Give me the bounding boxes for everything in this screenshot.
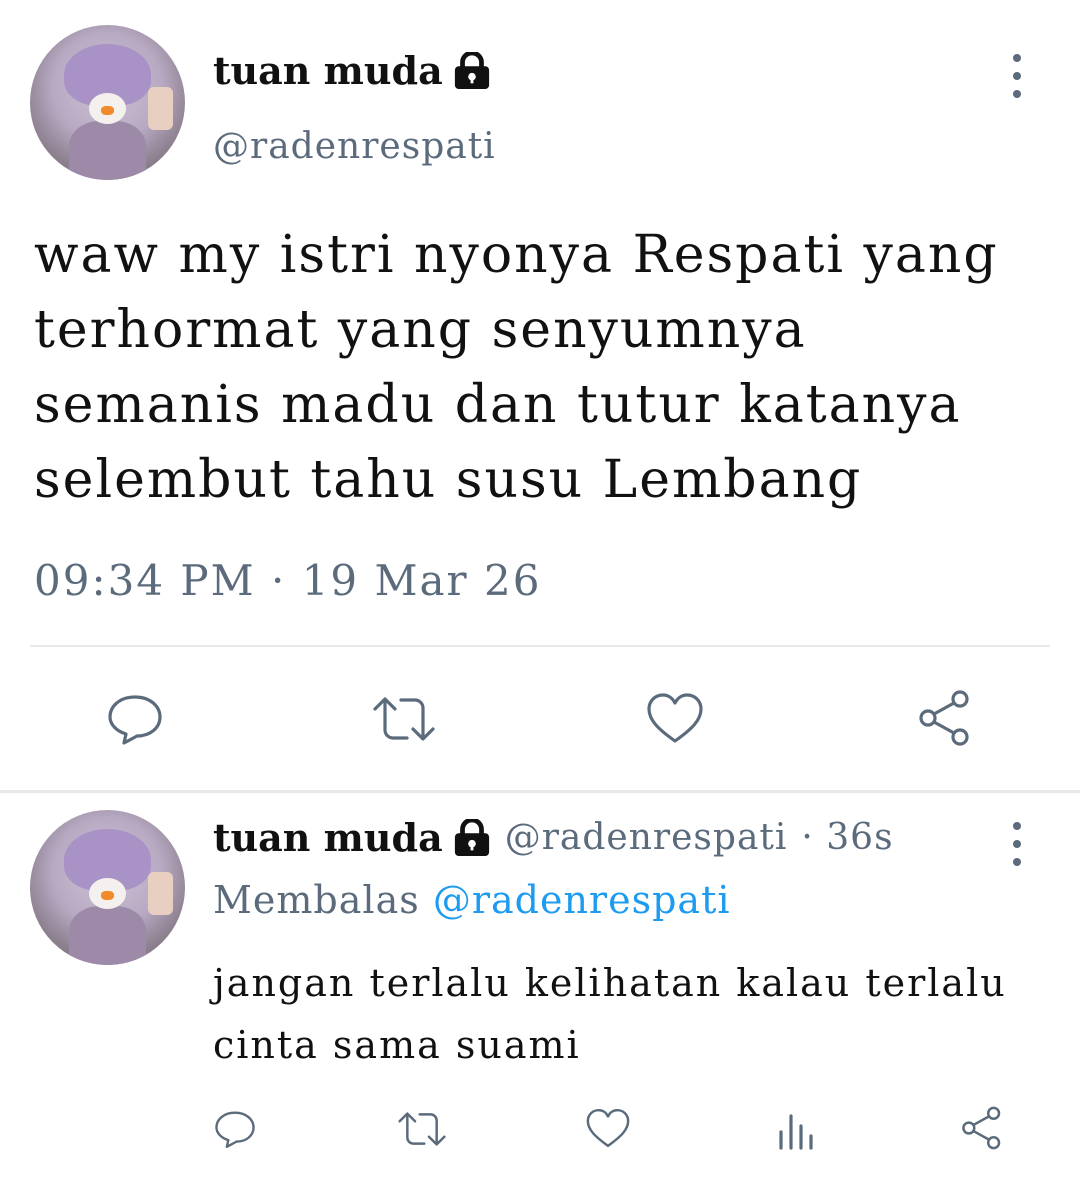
reply-button[interactable] <box>100 688 170 750</box>
share-icon <box>919 690 969 746</box>
timestamp[interactable]: 09:34 PM · 19 Mar 26 <box>34 556 541 605</box>
reply-icon <box>108 695 162 745</box>
reply-icon <box>215 1111 255 1148</box>
reply-header: tuan muda @radenrespati · 36s <box>213 815 894 860</box>
retweet-button[interactable] <box>368 690 440 748</box>
reply-text: jangan terlalu kelihatan kalau terlalu c… <box>213 961 1007 1067</box>
divider <box>30 645 1050 647</box>
share-icon <box>962 1106 1001 1150</box>
like-button[interactable] <box>642 688 708 748</box>
replying-to: Membalas @radenrespati <box>213 878 731 922</box>
lock-icon <box>454 818 489 856</box>
avatar[interactable] <box>30 25 185 180</box>
reply-more-options-icon[interactable] <box>1007 822 1027 866</box>
reply-age: · 36s <box>801 817 894 858</box>
handle[interactable]: @radenrespati <box>213 126 496 167</box>
reply-retweet-button[interactable] <box>394 1106 450 1152</box>
views-icon <box>779 1114 813 1150</box>
reply-handle[interactable]: @radenrespati <box>505 817 788 858</box>
reply-share-button[interactable] <box>956 1102 1008 1154</box>
more-options-icon[interactable] <box>1007 54 1027 98</box>
reply-views-button[interactable] <box>772 1106 820 1152</box>
display-name[interactable]: tuan muda <box>213 48 491 93</box>
replying-mention-link[interactable]: @radenrespati <box>433 878 731 922</box>
reply-display-name[interactable]: tuan muda <box>213 815 491 860</box>
like-icon <box>647 693 703 743</box>
retweet-icon <box>373 697 435 741</box>
reply-display-name-text: tuan muda <box>213 815 443 860</box>
reply-reply-button[interactable] <box>210 1104 260 1154</box>
section-divider <box>0 790 1080 793</box>
lock-icon <box>454 51 489 89</box>
reply-like-button[interactable] <box>582 1104 634 1152</box>
like-icon <box>586 1108 630 1148</box>
reply-avatar[interactable] <box>30 810 185 965</box>
display-name-text: tuan muda <box>213 48 443 93</box>
retweet-icon <box>398 1112 446 1146</box>
replying-prefix: Membalas <box>213 878 420 922</box>
share-button[interactable] <box>912 686 978 750</box>
tweet-text: waw my istri nyonya Respati yang terhorm… <box>34 225 999 510</box>
